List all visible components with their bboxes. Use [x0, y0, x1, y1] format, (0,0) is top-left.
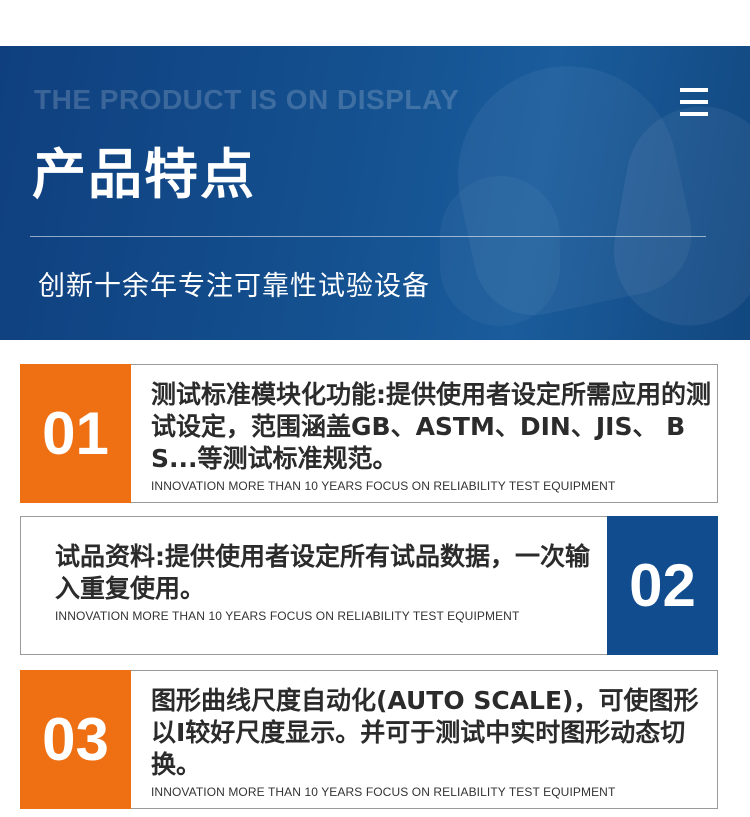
page-title: 产品特点	[32, 143, 256, 206]
banner-subtitle-en: THE PRODUCT IS ON DISPLAY	[34, 84, 460, 115]
product-banner: THE PRODUCT IS ON DISPLAY 产品特点 创新十余年专注可靠…	[0, 46, 750, 340]
banner-background-decoration	[440, 176, 560, 326]
feature-card-02: 02 试品资料:提供使用者设定所有试品数据，一次输入重复使用。 INNOVATI…	[20, 516, 718, 655]
feature-card-01: 01 测试标准模块化功能:提供使用者设定所需应用的测试设定，范围涵盖GB、AST…	[20, 364, 718, 503]
feature-card-03: 03 图形曲线尺度自动化(AUTO SCALE)，可使图形以I较好尺度显示。并可…	[20, 670, 718, 809]
feature-tagline-en: INNOVATION MORE THAN 10 YEARS FOCUS ON R…	[55, 609, 520, 623]
feature-number-badge: 03	[20, 670, 131, 809]
feature-number-badge: 02	[607, 516, 718, 655]
feature-description: 测试标准模块化功能:提供使用者设定所需应用的测试设定，范围涵盖GB、ASTM、D…	[151, 380, 711, 473]
feature-number-badge: 01	[20, 364, 131, 503]
banner-tagline: 创新十余年专注可靠性试验设备	[38, 271, 430, 302]
feature-tagline-en: INNOVATION MORE THAN 10 YEARS FOCUS ON R…	[151, 785, 616, 799]
feature-description: 图形曲线尺度自动化(AUTO SCALE)，可使图形以I较好尺度显示。并可于测试…	[151, 686, 699, 779]
banner-divider	[30, 236, 706, 237]
hamburger-menu-icon[interactable]	[680, 88, 708, 118]
feature-description: 试品资料:提供使用者设定所有试品数据，一次输入重复使用。	[55, 542, 590, 603]
feature-tagline-en: INNOVATION MORE THAN 10 YEARS FOCUS ON R…	[151, 479, 616, 493]
